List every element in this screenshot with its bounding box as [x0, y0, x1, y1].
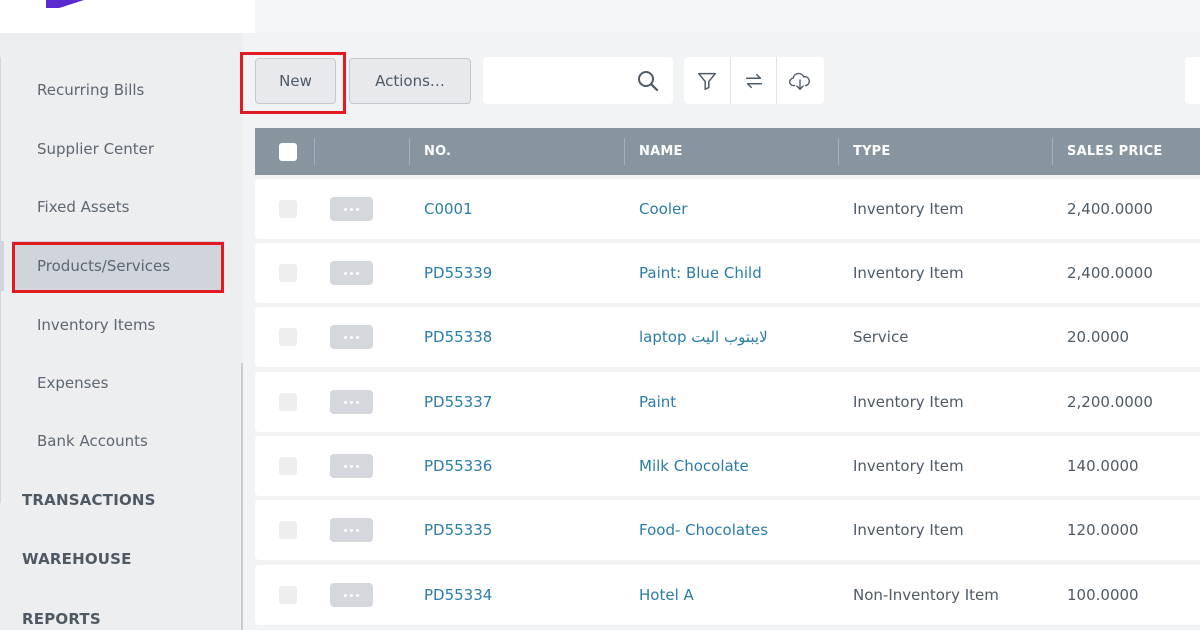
swap-button[interactable] — [730, 57, 776, 104]
item-number-link[interactable]: PD55337 — [424, 372, 492, 432]
row-checkbox[interactable] — [279, 200, 297, 218]
column-header-name[interactable]: NAME — [639, 128, 683, 175]
search-box — [483, 57, 673, 104]
sidebar-item-label: Recurring Bills — [37, 81, 145, 99]
item-number-link[interactable]: PD55336 — [424, 436, 492, 496]
item-sales-price: 100.0000 — [1067, 586, 1139, 604]
item-name-link[interactable]: Paint — [639, 372, 676, 432]
table-row[interactable]: C0001 Cooler Inventory Item 2,400.0000 — [255, 179, 1200, 239]
sidebar-item-label: Inventory Items — [37, 316, 156, 334]
column-header-sales-price[interactable]: SALES PRICE — [1067, 128, 1162, 175]
row-checkbox[interactable] — [279, 264, 297, 282]
sidebar-section-reports[interactable]: REPORTS — [22, 610, 101, 628]
sidebar-scrollbar[interactable] — [241, 363, 243, 630]
sidebar-item-label: Supplier Center — [37, 140, 155, 158]
column-header-no[interactable]: NO. — [424, 128, 451, 175]
sidebar: Recurring Bills Supplier Center Fixed As… — [0, 33, 243, 630]
item-number-link[interactable]: PD55335 — [424, 500, 492, 560]
sidebar-item-label: Bank Accounts — [37, 432, 148, 450]
table-header: NO. NAME TYPE SALES PRICE — [255, 128, 1200, 175]
item-sales-price: 2,400.0000 — [1067, 200, 1153, 218]
sidebar-item-products-services[interactable]: Products/Services — [0, 241, 224, 291]
row-actions-button[interactable] — [330, 261, 373, 285]
item-sales-price: 20.0000 — [1067, 328, 1130, 346]
logo-area — [0, 0, 255, 33]
table-row[interactable]: PD55335 Food- Chocolates Inventory Item … — [255, 500, 1200, 560]
sidebar-item-bank-accounts[interactable]: Bank Accounts — [12, 416, 224, 466]
sidebar-item-recurring-bills[interactable]: Recurring Bills — [12, 65, 224, 115]
search-icon[interactable] — [636, 69, 660, 93]
item-name-link[interactable]: Hotel A — [639, 565, 694, 625]
sidebar-item-label: Expenses — [37, 374, 109, 392]
row-checkbox[interactable] — [279, 328, 297, 346]
item-sales-price: 2,400.0000 — [1067, 264, 1153, 282]
item-type: Inventory Item — [853, 264, 964, 282]
sidebar-item-inventory-items[interactable]: Inventory Items — [12, 300, 224, 350]
item-name-link[interactable]: laptop لايبتوب اليت — [639, 307, 768, 367]
column-divider — [838, 138, 839, 165]
item-type: Inventory Item — [853, 393, 964, 411]
table-row[interactable]: PD55336 Milk Chocolate Inventory Item 14… — [255, 436, 1200, 496]
select-all-checkbox[interactable] — [279, 143, 297, 161]
item-name-link[interactable]: Cooler — [639, 179, 687, 239]
new-button[interactable]: New — [255, 58, 336, 104]
row-checkbox[interactable] — [279, 457, 297, 475]
item-type: Inventory Item — [853, 457, 964, 475]
sidebar-item-label: Products/Services — [37, 257, 171, 275]
row-checkbox[interactable] — [279, 586, 297, 604]
column-divider — [409, 138, 410, 165]
item-number-link[interactable]: PD55339 — [424, 243, 492, 303]
filter-icon — [698, 72, 716, 90]
brand-logo-icon — [46, 0, 84, 8]
column-divider — [1052, 138, 1053, 165]
actions-button[interactable]: Actions… — [349, 58, 471, 104]
row-actions-button[interactable] — [330, 454, 373, 478]
item-number-link[interactable]: PD55334 — [424, 565, 492, 625]
table-row[interactable]: PD55337 Paint Inventory Item 2,200.0000 — [255, 372, 1200, 432]
row-checkbox[interactable] — [279, 521, 297, 539]
row-actions-button[interactable] — [330, 390, 373, 414]
item-sales-price: 2,200.0000 — [1067, 393, 1153, 411]
item-number-link[interactable]: C0001 — [424, 179, 473, 239]
item-type: Non-Inventory Item — [853, 586, 999, 604]
row-actions-button[interactable] — [330, 197, 373, 221]
swap-arrows-icon — [745, 73, 762, 88]
sidebar-item-fixed-assets[interactable]: Fixed Assets — [12, 182, 224, 232]
item-type: Inventory Item — [853, 200, 964, 218]
column-divider — [624, 138, 625, 165]
sidebar-item-expenses[interactable]: Expenses — [12, 358, 224, 408]
sidebar-item-supplier-center[interactable]: Supplier Center — [12, 124, 224, 174]
item-name-link[interactable]: Food- Chocolates — [639, 500, 768, 560]
item-number-link[interactable]: PD55338 — [424, 307, 492, 367]
sidebar-section-transactions[interactable]: TRANSACTIONS — [22, 491, 156, 509]
top-bar — [255, 0, 1200, 33]
table-row[interactable]: PD55338 laptop لايبتوب اليت Service 20.0… — [255, 307, 1200, 367]
item-name-link[interactable]: Paint: Blue Child — [639, 243, 762, 303]
row-actions-button[interactable] — [330, 583, 373, 607]
item-name-link[interactable]: Milk Chocolate — [639, 436, 749, 496]
table-row[interactable]: PD55339 Paint: Blue Child Inventory Item… — [255, 243, 1200, 303]
table-tools-group — [684, 57, 824, 104]
column-header-type[interactable]: TYPE — [853, 128, 891, 175]
row-checkbox[interactable] — [279, 393, 297, 411]
sidebar-section-warehouse[interactable]: WAREHOUSE — [22, 550, 132, 568]
table-row[interactable]: PD55334 Hotel A Non-Inventory Item 100.0… — [255, 565, 1200, 625]
column-divider — [314, 138, 315, 165]
download-button[interactable] — [776, 57, 822, 104]
row-actions-button[interactable] — [330, 325, 373, 349]
item-sales-price: 140.0000 — [1067, 457, 1139, 475]
search-input[interactable] — [483, 57, 633, 104]
cloud-download-icon — [788, 72, 810, 90]
sidebar-item-label: Fixed Assets — [37, 198, 130, 216]
toolbar-right-control[interactable] — [1185, 57, 1200, 104]
item-sales-price: 120.0000 — [1067, 521, 1139, 539]
item-type: Inventory Item — [853, 521, 964, 539]
item-type: Service — [853, 328, 909, 346]
filter-button[interactable] — [684, 57, 730, 104]
row-actions-button[interactable] — [330, 518, 373, 542]
